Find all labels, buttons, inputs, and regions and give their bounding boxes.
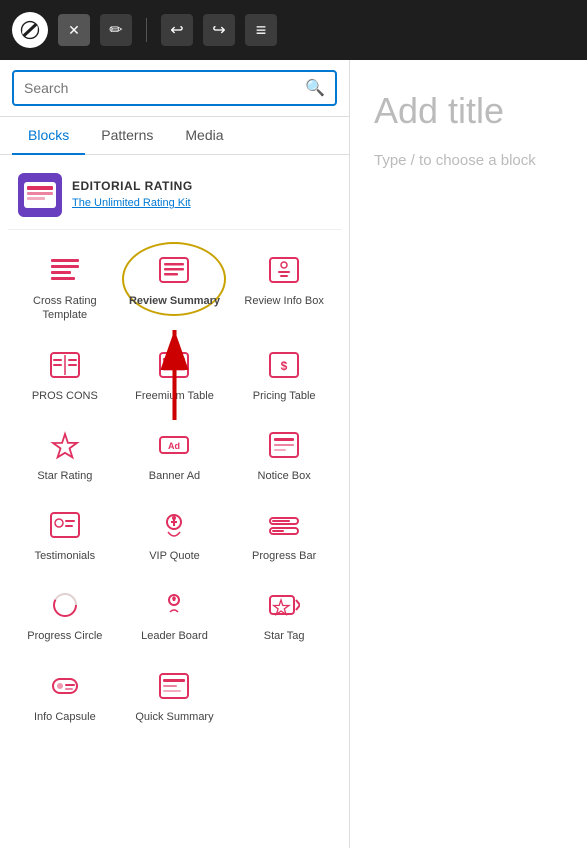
block-item-cross-rating-template[interactable]: Cross Rating Template [12, 240, 118, 331]
block-item-pricing-table[interactable]: $ Pricing Table [231, 335, 337, 411]
leader-board-label: Leader Board [141, 629, 208, 643]
block-item-quick-summary[interactable]: Quick Summary [122, 656, 228, 732]
quick-summary-icon [153, 668, 195, 704]
editorial-subtitle[interactable]: The Unlimited Rating Kit [72, 197, 191, 209]
freemium-icon [153, 347, 195, 383]
block-item-info-capsule[interactable]: Info Capsule [12, 656, 118, 732]
cross-rating-label: Cross Rating Template [18, 294, 112, 323]
banner-ad-label: Banner Ad [149, 469, 200, 483]
quick-summary-label: Quick Summary [135, 710, 213, 724]
leader-board-icon [153, 587, 195, 623]
cross-rating-icon [44, 252, 86, 288]
info-capsule-label: Info Capsule [34, 710, 96, 724]
block-item-review-info-box[interactable]: Review Info Box [231, 240, 337, 331]
type-hint: Type / to choose a block [374, 152, 563, 169]
tab-blocks[interactable]: Blocks [12, 117, 85, 155]
editorial-header: EDITORIAL RATING The Unlimited Rating Ki… [8, 165, 341, 230]
pen-button[interactable]: ✏ [100, 14, 132, 46]
block-item-star-tag[interactable]: Star Tag [231, 575, 337, 651]
toolbar-separator [146, 18, 147, 42]
toolbar: ✕ ✏ ↩ ↪ ≡ [0, 0, 587, 60]
progress-circle-icon [44, 587, 86, 623]
block-item-banner-ad[interactable]: Ad Banner Ad [122, 415, 228, 491]
progress-circle-label: Progress Circle [27, 629, 102, 643]
pros-cons-icon [44, 347, 86, 383]
freemium-label: Freemium Table [135, 389, 214, 403]
progress-bar-label: Progress Bar [252, 549, 316, 563]
review-info-icon [263, 252, 305, 288]
block-item-notice-box[interactable]: Notice Box [231, 415, 337, 491]
vip-quote-icon [153, 507, 195, 543]
review-info-label: Review Info Box [244, 294, 323, 308]
search-input-wrap: 🔍 [12, 70, 337, 106]
block-item-star-rating[interactable]: Star Rating [12, 415, 118, 491]
testimonials-icon [44, 507, 86, 543]
main-layout: 🔍 Blocks Patterns Media [0, 60, 587, 848]
search-bar: 🔍 [0, 60, 349, 117]
add-title[interactable]: Add title [374, 90, 563, 132]
tab-media[interactable]: Media [169, 117, 239, 155]
svg-text:Ad: Ad [168, 441, 180, 451]
blocks-grid: Cross Rating Template [8, 240, 341, 732]
star-rating-icon [44, 427, 86, 463]
search-input[interactable] [24, 80, 305, 96]
tab-patterns[interactable]: Patterns [85, 117, 169, 155]
wp-logo[interactable] [12, 12, 48, 48]
review-summary-icon [153, 252, 195, 288]
block-item-leader-board[interactable]: Leader Board [122, 575, 228, 651]
review-summary-label: Review Summary [129, 294, 220, 308]
pricing-label: Pricing Table [253, 389, 316, 403]
notice-box-label: Notice Box [258, 469, 311, 483]
close-button[interactable]: ✕ [58, 14, 90, 46]
pricing-icon: $ [263, 347, 305, 383]
pros-cons-label: PROS CONS [32, 389, 98, 403]
left-panel: 🔍 Blocks Patterns Media [0, 60, 350, 848]
right-panel: Add title Type / to choose a block [350, 60, 587, 848]
block-item-progress-circle[interactable]: Progress Circle [12, 575, 118, 651]
testimonials-label: Testimonials [35, 549, 96, 563]
editorial-text: EDITORIAL RATING The Unlimited Rating Ki… [72, 179, 193, 211]
block-item-testimonials[interactable]: Testimonials [12, 495, 118, 571]
svg-text:$: $ [281, 359, 288, 373]
star-tag-label: Star Tag [264, 629, 305, 643]
progress-bar-icon [263, 507, 305, 543]
block-item-freemium-table[interactable]: Freemium Table [122, 335, 228, 411]
tabs: Blocks Patterns Media [0, 117, 349, 155]
redo-button[interactable]: ↪ [203, 14, 235, 46]
undo-button[interactable]: ↩ [161, 14, 193, 46]
star-rating-label: Star Rating [37, 469, 92, 483]
block-item-progress-bar[interactable]: Progress Bar [231, 495, 337, 571]
star-tag-icon [263, 587, 305, 623]
blocks-list: EDITORIAL RATING The Unlimited Rating Ki… [0, 155, 349, 848]
block-item-vip-quote[interactable]: VIP Quote [122, 495, 228, 571]
notice-box-icon [263, 427, 305, 463]
vip-quote-label: VIP Quote [149, 549, 200, 563]
search-icon: 🔍 [305, 78, 325, 98]
editorial-icon [18, 173, 62, 217]
block-item-review-summary[interactable]: Review Summary [122, 240, 228, 331]
banner-ad-icon: Ad [153, 427, 195, 463]
block-item-pros-cons[interactable]: PROS CONS [12, 335, 118, 411]
info-capsule-icon [44, 668, 86, 704]
menu-button[interactable]: ≡ [245, 14, 277, 46]
editorial-title: EDITORIAL RATING [72, 179, 193, 193]
